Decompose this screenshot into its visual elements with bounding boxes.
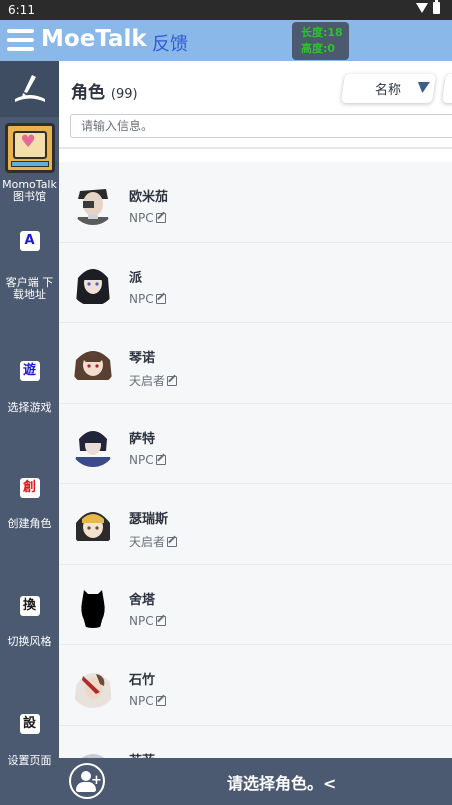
avatar [70,501,116,547]
book-heart-icon: ♥ [4,123,55,173]
app-header: MoeTalk 反馈 长度:18 高度:0 [0,20,452,61]
edit-icon[interactable] [155,454,166,465]
list-item[interactable]: 欧米茄 NPC [59,162,452,243]
character-name: 琴诺 [129,351,156,366]
bottom-bar: + 请选择角色。< [59,758,452,805]
game-icon: 遊 [19,361,40,381]
sidebar-item-label-2: 载地址 [13,288,46,301]
list-item[interactable]: 苏菲 [59,725,452,759]
debug-info: 长度:18 高度:0 [292,22,349,60]
character-tag: NPC [129,453,166,467]
character-tag: NPC [129,614,166,628]
character-name: 舍塔 [129,592,156,608]
character-tag: NPC [129,694,166,708]
character-tag: 天启者 [129,533,178,550]
sidebar: ♥ MomoTalk 图书馆 A 客户端 下 载地址 遊 选择游戏 創 创建角色… [0,61,59,805]
divider [59,147,452,149]
edit-icon[interactable] [167,537,178,547]
menu-icon[interactable] [7,29,34,51]
list-item[interactable]: 石竹 NPC [59,645,452,726]
sidebar-item-label: 选择游戏 [7,401,52,414]
character-name: 派 [129,270,143,286]
sidebar-item-label: 创建角色 [7,517,52,530]
secondary-select[interactable] [441,74,452,103]
sort-select[interactable]: 名称 [340,74,437,103]
battery-icon [433,0,440,14]
character-name: 欧米茄 [129,190,169,205]
create-icon: 創 [19,478,40,498]
sidebar-item-label-2: 图书馆 [13,190,46,203]
debug-height: 高度:0 [301,42,336,55]
edit-icon[interactable] [155,213,166,223]
list-item[interactable]: 派 NPC [59,242,452,323]
sidebar-item-client-download[interactable]: A 客户端 下 载地址 [0,229,59,301]
avatar [70,742,116,758]
wifi-icon [416,3,428,13]
avatar [70,179,116,225]
search-input[interactable] [70,114,452,138]
page-title: 角色 (99) [71,78,138,103]
client-a-icon: A [19,231,40,251]
sidebar-item-label: 切换风格 [7,635,52,648]
list-item[interactable]: 瑟瑞斯 天启者 [59,484,452,565]
edit-icon[interactable] [155,293,166,304]
sidebar-item-select-game[interactable]: 遊 选择游戏 [0,359,59,414]
character-name: 瑟瑞斯 [129,512,169,527]
dropdown-arrow-icon [416,82,430,93]
list-item[interactable]: 萨特 NPC [59,403,452,484]
app-title: MoeTalk [41,26,147,52]
status-time: 6:11 [8,3,35,17]
status-icons [416,0,440,14]
list-item[interactable]: 琴诺 天启者 [59,323,452,404]
settings-icon: 設 [19,714,40,734]
edit-icon[interactable] [155,696,166,706]
character-panel: 角色 (99) 名称 欧米茄 NPC [59,61,452,758]
character-tag: NPC [129,292,166,306]
avatar [70,420,116,467]
pen-logo-icon[interactable] [0,61,59,117]
debug-length: 长度:18 [301,26,343,39]
switch-icon: 換 [19,596,40,616]
sidebar-item-label: 设置页面 [7,754,52,767]
page-title-text: 角色 [71,83,105,103]
character-name: 苏菲 [129,750,155,759]
edit-icon[interactable] [167,376,178,386]
character-name: 石竹 [129,673,156,688]
add-user-button[interactable]: + [69,763,105,799]
avatar [70,259,116,306]
character-name: 萨特 [129,431,156,447]
character-tag: NPC [129,211,166,225]
feedback-link[interactable]: 反馈 [152,30,188,56]
character-list: 欧米茄 NPC 派 NPC 琴诺 天启者 萨特 NPC 瑟瑞斯 天启者 舍塔 N… [59,162,452,758]
sidebar-item-switch-style[interactable]: 換 切换风格 [0,594,59,648]
select-character-prompt[interactable]: 请选择角色。< [227,770,336,794]
status-bar: 6:11 [0,0,452,20]
avatar [70,581,116,628]
character-tag: 天启者 [129,372,178,389]
sidebar-item-settings[interactable]: 設 设置页面 [0,712,59,767]
sort-select-label: 名称 [375,83,402,98]
edit-icon[interactable] [155,615,166,626]
avatar [70,340,116,386]
avatar [70,662,116,708]
plus-icon: + [91,773,102,788]
user-icon [81,771,91,781]
sidebar-item-create-character[interactable]: 創 创建角色 [0,476,59,530]
list-item[interactable]: 舍塔 NPC [59,564,452,645]
character-count: (99) [110,87,138,102]
sidebar-item-momotalk-library[interactable]: ♥ MomoTalk 图书馆 [0,123,59,203]
